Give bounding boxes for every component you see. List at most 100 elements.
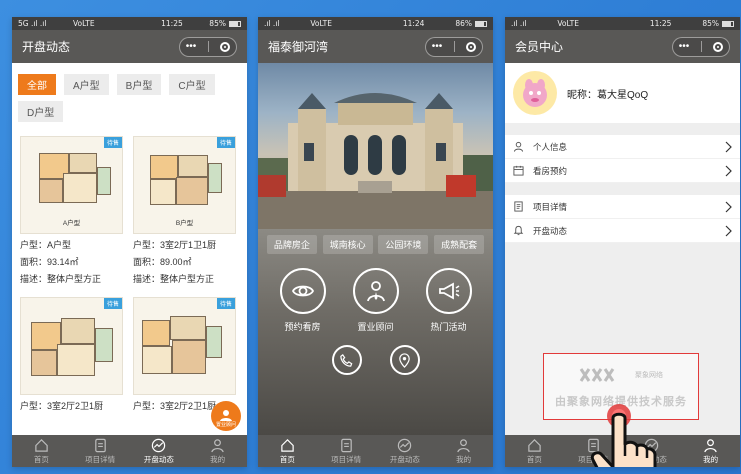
tab-label: 项目详情 [85, 454, 116, 464]
chevron-right-icon [725, 141, 732, 153]
calendar-icon [513, 165, 524, 176]
tab-label: 项目详情 [331, 454, 362, 464]
feature-label: 预约看房 [284, 322, 321, 332]
bell-icon [513, 225, 524, 236]
filter-b[interactable]: B户型 [116, 74, 162, 95]
more-icon[interactable]: ••• [186, 41, 197, 52]
menu-group-account: 个人信息 看房预约 [505, 135, 740, 183]
tab-bar: 首页 项目详情 开盘动态 我的 [12, 435, 247, 467]
battery-percent: 85% [702, 19, 719, 28]
filter-d[interactable]: D户型 [18, 101, 64, 122]
megaphone-icon [438, 282, 459, 300]
trend-icon [398, 438, 412, 452]
location-button[interactable] [389, 345, 420, 375]
close-icon[interactable] [220, 41, 231, 52]
card-area: 面积：89.00㎡ [133, 257, 192, 267]
feature-consultant[interactable]: 置业顾问 [344, 268, 408, 333]
tab-open-news[interactable]: 开盘动态 [136, 438, 181, 465]
tab-open-news[interactable]: 开盘动态 [382, 438, 427, 465]
feature-events[interactable]: 热门活动 [417, 268, 481, 333]
mini-program-capsule[interactable]: ••• [672, 36, 730, 57]
feature-book-visit[interactable]: 预约看房 [271, 268, 335, 333]
status-bar: .ıl .ıl VoLTE 11:25 85% [505, 17, 740, 30]
profile-header[interactable]: 昵称：葛大星QoQ [505, 63, 740, 123]
floorplan-card[interactable]: 待售 A户型 户型：A户型 面积：93.14㎡ 描述：整体户型方正 [20, 136, 123, 285]
avatar[interactable] [513, 71, 557, 115]
float-label: 置业顾问 [215, 422, 236, 428]
status-badge: 待售 [103, 298, 122, 309]
category-core[interactable]: 城南核心 [322, 235, 373, 254]
document-icon [514, 201, 523, 212]
document-icon [94, 438, 106, 452]
advisor-icon [220, 410, 232, 421]
call-button[interactable] [331, 345, 362, 375]
hero-building-image[interactable] [258, 63, 493, 229]
status-bar: .ıl .ıl VoLTE 11:24 86% [258, 17, 493, 30]
floorplan-card[interactable]: 待售 户型：3室2厅2卫1厨 [133, 297, 236, 412]
filter-a[interactable]: A户型 [64, 74, 109, 95]
status-right: 85% [209, 19, 241, 28]
brand-name: 聚象网络 [635, 371, 663, 379]
tab-home[interactable]: 首页 [265, 438, 310, 465]
menu-group-project: 项目详情 开盘动态 [505, 195, 740, 243]
feature-label: 置业顾问 [357, 322, 394, 332]
chevron-right-icon [725, 201, 732, 213]
category-brand[interactable]: 品牌房企 [266, 235, 317, 254]
tab-label: 首页 [279, 454, 295, 464]
more-icon[interactable]: ••• [432, 41, 443, 52]
tab-home[interactable]: 首页 [512, 438, 557, 465]
category-facilities[interactable]: 成熟配套 [434, 235, 485, 254]
user-icon [457, 438, 470, 452]
feature-grid: 预约看房 置业顾问 热门活动 [258, 254, 493, 333]
trend-icon [152, 438, 166, 452]
page-title: 福泰御河湾 [268, 40, 329, 54]
status-badge: 待售 [216, 298, 235, 309]
consultant-float-button[interactable]: 置业顾问 [211, 401, 241, 431]
menu-open-news[interactable]: 开盘动态 [505, 219, 740, 243]
nickname: 昵称：葛大星QoQ [567, 89, 649, 101]
menu-personal-info[interactable]: 个人信息 [505, 135, 740, 159]
tab-mine[interactable]: 我的 [441, 438, 486, 465]
mini-program-capsule[interactable]: ••• [179, 36, 237, 57]
close-icon[interactable] [713, 41, 724, 52]
user-icon [211, 438, 224, 452]
chevron-right-icon [725, 225, 732, 237]
floorplan-card[interactable]: 待售 户型：3室2厅2卫1厨 [20, 297, 123, 412]
more-icon[interactable]: ••• [679, 41, 690, 52]
carrier-text: VoLTE [557, 19, 579, 28]
tab-mine[interactable]: 我的 [195, 438, 240, 465]
tab-mine[interactable]: 我的 [688, 438, 733, 465]
phone-screen-home: .ıl .ıl VoLTE 11:24 86% 福泰御河湾 ••• 品牌房企 城… [258, 17, 493, 467]
menu-label: 项目详情 [533, 201, 568, 212]
floorplan-image: 待售 A户型 [20, 136, 123, 234]
nav-bar: 福泰御河湾 ••• [258, 30, 493, 63]
tab-label: 首页 [526, 454, 542, 464]
card-area: 面积：93.14㎡ [20, 257, 79, 267]
home-icon [281, 438, 294, 452]
tab-project-detail[interactable]: 项目详情 [324, 438, 369, 465]
advisor-icon [366, 281, 385, 302]
menu-visit-booking[interactable]: 看房预约 [505, 159, 740, 183]
close-icon[interactable] [466, 41, 477, 52]
filter-all[interactable]: 全部 [18, 74, 56, 95]
tab-label: 我的 [703, 454, 719, 464]
tab-project-detail[interactable]: 项目详情 [78, 438, 123, 465]
signal-text: .ıl .ıl [264, 19, 280, 28]
card-type: 户型：3室2厅2卫1厨 [20, 401, 104, 411]
feature-panel: 品牌房企 城南核心 公园环境 成熟配套 预约看房 置业顾问 热门活动 [258, 229, 493, 435]
card-type: 户型：3室2厅1卫1厨 [133, 240, 217, 250]
category-park[interactable]: 公园环境 [378, 235, 429, 254]
tab-bar: 首页 项目详情 开盘动态 我的 [258, 435, 493, 467]
filter-c[interactable]: C户型 [169, 74, 215, 95]
document-icon [340, 438, 352, 452]
tab-home[interactable]: 首页 [19, 438, 64, 465]
nav-bar: 开盘动态 ••• [12, 30, 247, 63]
floorplan-card[interactable]: 待售 B户型 户型：3室2厅1卫1厨 面积：89.00㎡ 描述：整体户型方正 [133, 136, 236, 285]
category-tags: 品牌房企 城南核心 公园环境 成熟配套 [258, 229, 493, 254]
card-desc: 描述：整体户型方正 [133, 274, 215, 284]
menu-project-detail[interactable]: 项目详情 [505, 195, 740, 219]
eye-icon [291, 285, 314, 297]
floorplan-image: 待售 B户型 [133, 136, 236, 234]
avatar-image [523, 79, 547, 107]
mini-program-capsule[interactable]: ••• [425, 36, 483, 57]
